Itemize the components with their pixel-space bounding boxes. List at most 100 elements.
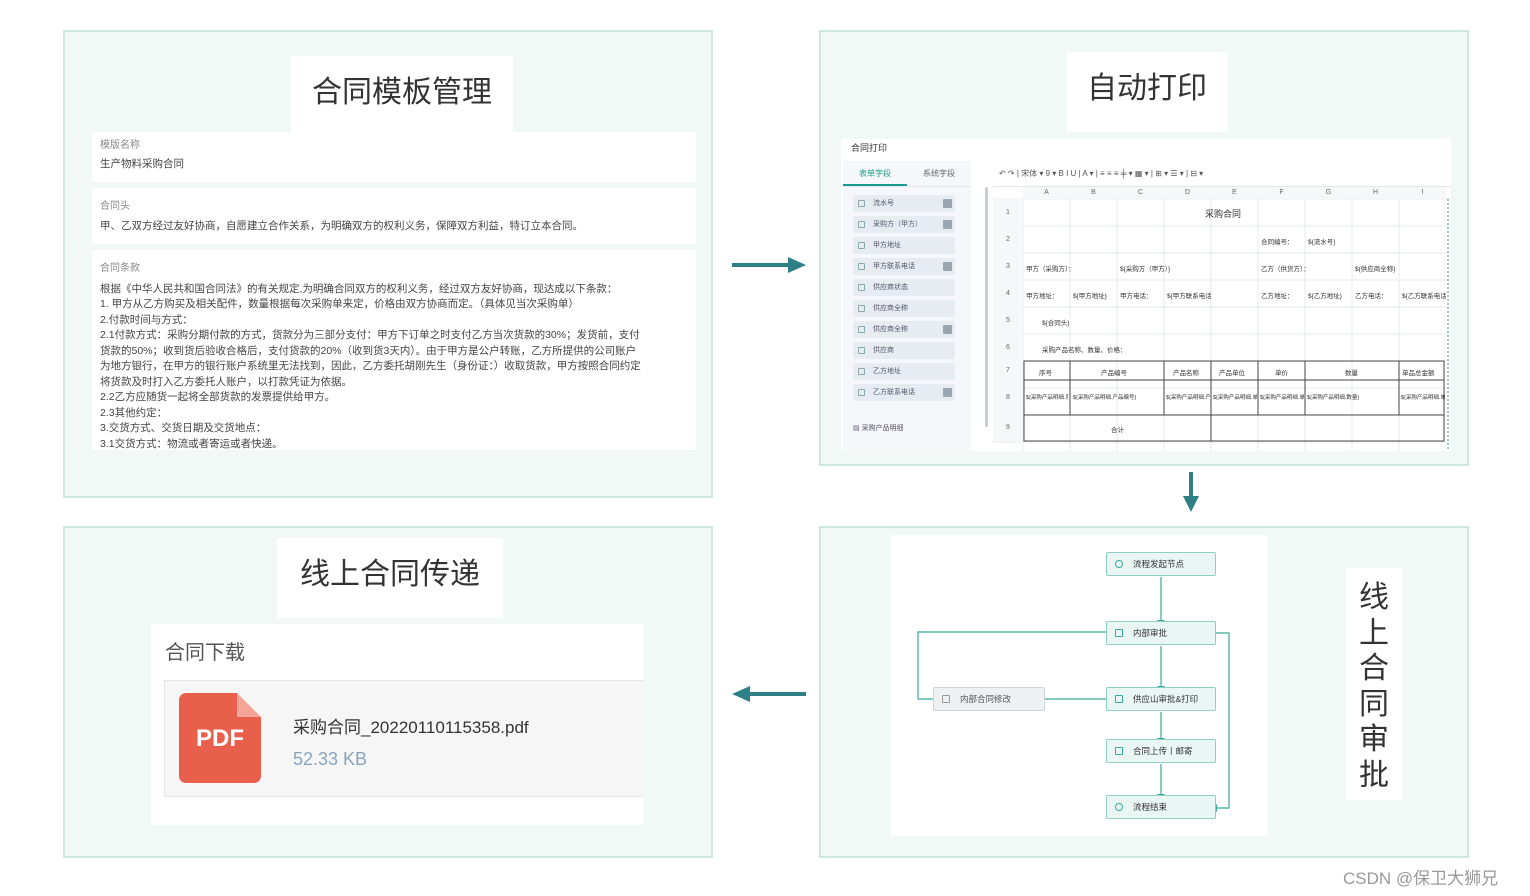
download-title: 合同下载: [165, 642, 245, 664]
watermark: CSDN @保卫大狮兄: [1343, 869, 1499, 888]
table-total: 合计: [1111, 427, 1124, 434]
field-item[interactable]: 采购方（甲方）: [853, 216, 955, 233]
flow-node-end[interactable]: 流程结束: [1106, 795, 1216, 819]
approval-icon: [1115, 747, 1123, 755]
party-b-label: 乙方（供货方）：: [1261, 266, 1310, 273]
column-header[interactable]: B: [1070, 187, 1117, 199]
b-tel-label: 乙方电话：: [1355, 293, 1388, 300]
field-item[interactable]: 供应商全称: [853, 300, 955, 317]
column-header[interactable]: G: [1305, 187, 1352, 199]
arrow-left-icon: [732, 686, 806, 702]
table-var-cell: ${采购产品明细.单价}: [1260, 395, 1304, 401]
field-icon: [858, 305, 865, 312]
table-header-cell: 产品单位: [1219, 370, 1245, 377]
table-header-cell: 产品名称: [1173, 370, 1199, 377]
flow-node-upload[interactable]: 合同上传丨邮寄: [1106, 739, 1216, 763]
template-name-box: 模版名称 生产物料采购合同: [92, 132, 696, 182]
product-line: 采购产品名称、数量、价格：: [1042, 347, 1127, 354]
subtable-item[interactable]: ▤ 采购产品明细: [853, 423, 904, 433]
b-addr-label: 乙方地址：: [1261, 293, 1294, 300]
field-item[interactable]: 流水号: [853, 195, 955, 212]
file-card[interactable]: PDF 采购合同_20220110115358.pdf 52.33 KB: [164, 680, 643, 797]
column-header[interactable]: F: [1258, 187, 1305, 199]
pdf-corner-fold: [237, 693, 261, 717]
table-var-cell: ${采购产品明细.单品总金额}: [1401, 395, 1445, 401]
field-icon: [858, 347, 865, 354]
download-section: 合同下载 PDF 采购合同_20220110115358.pdf 52.33 K…: [151, 624, 643, 825]
contract-terms-label: 合同条款: [100, 263, 140, 274]
row-header[interactable]: 9: [993, 415, 1023, 441]
insert-icon: [943, 388, 952, 397]
arrow-right-icon: [732, 257, 806, 273]
field-item[interactable]: 乙方联系电话: [853, 384, 955, 401]
column-header[interactable]: I: [1399, 187, 1446, 199]
pdf-label: PDF: [196, 725, 244, 752]
pdf-file-icon: PDF: [179, 693, 261, 783]
field-icon: [858, 389, 865, 396]
field-item[interactable]: 供应商: [853, 342, 955, 359]
field-item[interactable]: 乙方地址: [853, 363, 955, 380]
row-header[interactable]: 2: [993, 226, 1023, 253]
flow-node-internal-approval[interactable]: 内部审批: [1106, 621, 1216, 645]
table-header-cell: 数量: [1345, 370, 1358, 377]
title-char: 批: [1359, 758, 1389, 792]
row-header[interactable]: 1: [993, 199, 1023, 226]
column-header[interactable]: C: [1117, 187, 1164, 199]
row-header[interactable]: 7: [993, 361, 1023, 380]
approval-icon: [1115, 629, 1123, 637]
party-a-var: ${采购方（甲方）}: [1120, 266, 1171, 273]
print-panel: 自动打印 合同打印 表单字段 系统字段 流水号 采购方（甲方） 甲方地址 甲方联…: [819, 30, 1469, 466]
field-item[interactable]: 供应商状态: [853, 279, 955, 296]
tab-form-fields[interactable]: 表单字段: [843, 161, 907, 186]
field-icon: [858, 221, 865, 228]
row-header[interactable]: 8: [993, 380, 1023, 415]
field-panel: 表单字段 系统字段 流水号 采购方（甲方） 甲方地址 甲方联系电话 供应商状态 …: [843, 161, 971, 451]
terms-line: 2.2乙方应随货一起将全部货款的发票提供给甲方。: [100, 391, 336, 403]
template-name-value: 生产物料采购合同: [100, 157, 184, 170]
terms-line: 3.1交货方式：物流或者寄运或者快递。: [100, 437, 283, 450]
template-panel-title: 合同模板管理: [291, 56, 513, 136]
table-var-cell: ${采购产品明细.产品名称}: [1166, 395, 1210, 401]
field-item[interactable]: 甲方联系电话: [853, 258, 955, 275]
a-addr-var: ${甲方地址}: [1073, 293, 1107, 300]
field-icon: [858, 368, 865, 375]
field-tabs: 表单字段 系统字段: [843, 161, 971, 187]
row-header[interactable]: 6: [993, 334, 1023, 361]
a-tel-var: ${甲方联系电话}: [1167, 293, 1211, 300]
flow-connectors: [917, 577, 1230, 812]
row-header[interactable]: 4: [993, 280, 1023, 307]
print-panel-title: 自动打印: [1067, 52, 1227, 132]
approval-panel: 流程发起节点 内部审批 供应山审批&打印 合同上传丨邮寄 流程结束 内部合同修改…: [819, 526, 1469, 858]
column-header[interactable]: E: [1211, 187, 1258, 199]
flow-node-revise[interactable]: 内部合同修改: [933, 687, 1045, 711]
field-item[interactable]: 供应商全称: [853, 321, 955, 338]
column-header[interactable]: H: [1352, 187, 1399, 199]
field-icon: [858, 284, 865, 291]
tab-system-fields[interactable]: 系统字段: [907, 161, 971, 186]
flow-node-start[interactable]: 流程发起节点: [1106, 552, 1216, 576]
head-var: ${合同头}: [1042, 320, 1070, 327]
format-toolbar[interactable]: ↶ ↷ | 宋体 ▾ 9 ▾ B I U | A ▾ | ≡ ≡ ≡ ╪ ▾ ▦…: [993, 161, 1451, 187]
column-header[interactable]: A: [1023, 187, 1070, 199]
file-name[interactable]: 采购合同_20220110115358.pdf: [293, 713, 529, 738]
power-icon: [1115, 803, 1123, 811]
table-header-cell: 产品编号: [1101, 370, 1127, 377]
terms-line: 1. 甲方从乙方购买及相关配件，数量根据每次采购单来定，价格由双方协商而定。（具…: [100, 298, 579, 310]
flow-node-supplier-approval[interactable]: 供应山审批&打印: [1106, 687, 1216, 711]
field-scrollbar[interactable]: [985, 187, 988, 427]
template-name-label: 模版名称: [100, 140, 140, 151]
print-designer: 合同打印 表单字段 系统字段 流水号 采购方（甲方） 甲方地址 甲方联系电话 供…: [841, 139, 1451, 451]
insert-icon: [943, 325, 952, 334]
row-header[interactable]: 3: [993, 253, 1023, 280]
insert-icon: [943, 262, 952, 271]
column-header[interactable]: D: [1164, 187, 1211, 199]
row-header[interactable]: 5: [993, 307, 1023, 334]
table-var-cell: ${采购产品明细.系统序号}: [1026, 395, 1068, 401]
terms-line: 根据《中华人民共和国合同法》的有关规定,为明确合同双方的权利义务，经过双方友好协…: [100, 282, 618, 295]
a-tel-label: 甲方电话：: [1120, 293, 1153, 300]
terms-line: 2.1付款方式：采购分期付款的方式，货款分为三部分支付：甲方下订单之时支付乙方当…: [100, 329, 640, 341]
field-item[interactable]: 甲方地址: [853, 237, 955, 254]
terms-line: 为地方银行，在甲方的银行账户系统里无法找到，因此，乙方委托胡刚先生（身份证：）收…: [100, 360, 641, 372]
print-designer-header: 合同打印: [851, 143, 888, 153]
insert-icon: [943, 199, 952, 208]
